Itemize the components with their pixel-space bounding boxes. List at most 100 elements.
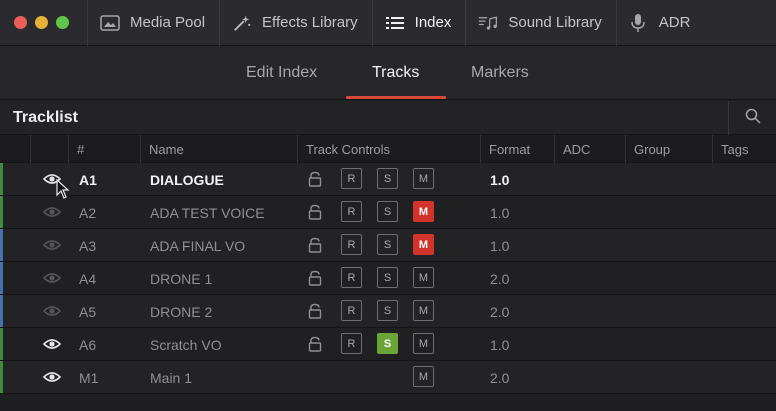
minimize-window-button[interactable] — [35, 16, 48, 29]
track-color-bar — [0, 196, 3, 228]
eye-icon[interactable] — [42, 205, 62, 219]
track-name[interactable]: Main 1 — [150, 370, 192, 386]
lock-icon[interactable] — [307, 303, 323, 319]
microphone-icon — [629, 13, 649, 33]
adr-tab[interactable]: ADR — [615, 0, 705, 46]
effects-library-label: Effects Library — [262, 14, 358, 31]
solo-button[interactable]: S — [377, 201, 398, 222]
solo-button[interactable]: S — [377, 234, 398, 255]
window-controls — [14, 16, 69, 29]
track-name[interactable]: Scratch VO — [150, 337, 222, 353]
search-button[interactable] — [728, 101, 776, 135]
column-track-controls[interactable]: Track Controls — [297, 135, 480, 163]
track-row[interactable]: A1 DIALOGUE R S M 1.0 — [0, 163, 776, 196]
media-pool-label: Media Pool — [130, 14, 206, 31]
media-pool-icon — [100, 13, 120, 33]
tab-edit-index[interactable]: Edit Index — [246, 46, 317, 100]
mute-button[interactable]: M — [413, 333, 434, 354]
media-pool-tab[interactable]: Media Pool — [87, 0, 219, 46]
zoom-window-button[interactable] — [56, 16, 69, 29]
eye-icon[interactable] — [42, 370, 62, 384]
record-arm-button[interactable]: R — [341, 333, 362, 354]
column-number[interactable]: # — [68, 135, 140, 163]
record-arm-button[interactable]: R — [341, 267, 362, 288]
column-headers: # Name Track Controls Format ADC Group T… — [0, 135, 776, 163]
column-group[interactable]: Group — [625, 135, 712, 163]
panel-toolbar: Media Pool Effects Library Index Sound L… — [0, 0, 776, 46]
track-number: A2 — [79, 205, 97, 221]
track-format: 2.0 — [490, 304, 510, 320]
active-tab-indicator — [346, 96, 446, 99]
track-row[interactable]: A3 ADA FINAL VO R S M 1.0 — [0, 229, 776, 262]
track-name[interactable]: DRONE 1 — [150, 271, 212, 287]
track-color-bar — [0, 229, 3, 261]
adr-label: ADR — [658, 14, 691, 31]
mute-button[interactable]: M — [413, 201, 434, 222]
solo-button[interactable]: S — [377, 300, 398, 321]
tracklist-title: Tracklist — [13, 109, 78, 126]
mute-button[interactable]: M — [413, 300, 434, 321]
track-color-bar — [0, 328, 3, 360]
eye-icon[interactable] — [42, 337, 62, 351]
column-tags[interactable]: Tags — [712, 135, 776, 163]
mute-button[interactable]: M — [413, 234, 434, 255]
track-row[interactable]: A6 Scratch VO R S M 1.0 — [0, 328, 776, 361]
record-arm-button[interactable]: R — [341, 168, 362, 189]
track-row[interactable]: M1 Main 1 M 2.0 — [0, 361, 776, 394]
track-name[interactable]: DIALOGUE — [150, 172, 224, 188]
track-name[interactable]: ADA TEST VOICE — [150, 205, 265, 221]
eye-icon[interactable] — [42, 304, 62, 318]
sound-library-icon — [478, 13, 498, 33]
solo-button[interactable]: S — [377, 267, 398, 288]
lock-icon[interactable] — [307, 237, 323, 253]
effects-library-tab[interactable]: Effects Library — [219, 0, 372, 46]
record-arm-button[interactable]: R — [341, 300, 362, 321]
column-visibility[interactable] — [30, 135, 68, 163]
lock-icon[interactable] — [307, 270, 323, 286]
index-label: Index — [414, 14, 452, 31]
mute-button[interactable]: M — [413, 267, 434, 288]
track-name[interactable]: DRONE 2 — [150, 304, 212, 320]
magic-wand-icon — [232, 13, 252, 33]
track-row[interactable]: A4 DRONE 1 R S M 2.0 — [0, 262, 776, 295]
track-row[interactable]: A2 ADA TEST VOICE R S M 1.0 — [0, 196, 776, 229]
sound-library-tab[interactable]: Sound Library — [465, 0, 615, 46]
tab-markers[interactable]: Markers — [471, 46, 529, 100]
index-tab[interactable]: Index — [371, 0, 466, 46]
track-name[interactable]: ADA FINAL VO — [150, 238, 245, 254]
solo-button[interactable]: S — [377, 168, 398, 189]
track-list: A1 DIALOGUE R S M 1.0 A2 ADA TEST VOICE R S M 1.0 A3… — [0, 163, 776, 394]
track-format: 1.0 — [490, 205, 510, 221]
mute-button[interactable]: M — [413, 366, 434, 387]
column-format[interactable]: Format — [480, 135, 554, 163]
column-adc[interactable]: ADC — [554, 135, 625, 163]
track-color-bar — [0, 295, 3, 327]
eye-icon[interactable] — [42, 238, 62, 252]
eye-icon[interactable] — [42, 271, 62, 285]
tab-tracks[interactable]: Tracks — [372, 46, 419, 100]
column-name[interactable]: Name — [140, 135, 297, 163]
track-number: A1 — [79, 172, 97, 188]
track-format: 1.0 — [490, 238, 510, 254]
close-window-button[interactable] — [14, 16, 27, 29]
sound-library-label: Sound Library — [508, 14, 602, 31]
mouse-cursor-icon — [56, 178, 70, 199]
tracklist-header: Tracklist — [0, 101, 776, 135]
track-row[interactable]: A5 DRONE 2 R S M 2.0 — [0, 295, 776, 328]
index-subtabs: Edit Index Tracks Markers — [0, 46, 776, 100]
track-format: 1.0 — [490, 172, 510, 188]
lock-icon[interactable] — [307, 336, 323, 352]
mute-button[interactable]: M — [413, 168, 434, 189]
solo-button[interactable]: S — [377, 333, 398, 354]
list-icon — [385, 13, 405, 33]
track-format: 1.0 — [490, 337, 510, 353]
track-number: A6 — [79, 337, 97, 353]
track-color-bar — [0, 262, 3, 294]
track-number: M1 — [79, 370, 99, 386]
track-number: A3 — [79, 238, 97, 254]
record-arm-button[interactable]: R — [341, 201, 362, 222]
track-color-bar — [0, 163, 3, 195]
lock-icon[interactable] — [307, 171, 323, 187]
lock-icon[interactable] — [307, 204, 323, 220]
record-arm-button[interactable]: R — [341, 234, 362, 255]
